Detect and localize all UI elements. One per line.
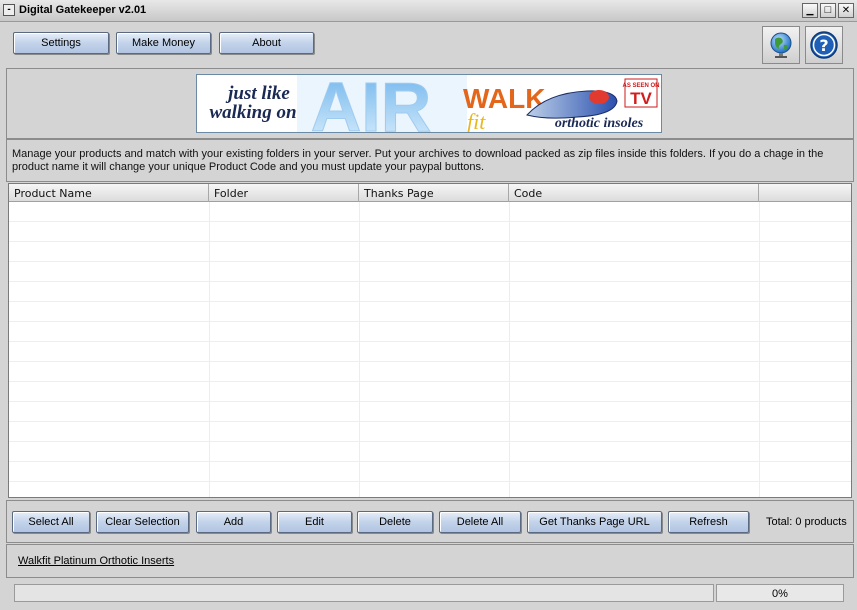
table-row[interactable]: [9, 482, 851, 497]
progress-bar: [14, 584, 714, 602]
products-table[interactable]: Product Name Folder Thanks Page Code: [8, 183, 852, 498]
add-button[interactable]: Add: [196, 511, 271, 533]
minimize-icon: ▁: [806, 5, 814, 15]
select-all-button[interactable]: Select All: [12, 511, 90, 533]
column-header-product-name[interactable]: Product Name: [9, 184, 209, 202]
maximize-button[interactable]: □: [820, 3, 836, 18]
close-icon: ✕: [841, 5, 851, 16]
svg-text:?: ?: [819, 36, 828, 55]
table-row[interactable]: [9, 382, 851, 402]
walkfit-link[interactable]: Walkfit Platinum Orthotic Inserts: [18, 555, 174, 567]
column-header-folder[interactable]: Folder: [209, 184, 359, 202]
table-row[interactable]: [9, 422, 851, 442]
minimize-button[interactable]: ▁: [802, 3, 818, 18]
window-title: Digital Gatekeeper v2.01: [19, 4, 147, 16]
globe-button[interactable]: [762, 26, 800, 64]
banner-tagline: orthotic insoles: [555, 116, 644, 131]
settings-button[interactable]: Settings: [13, 32, 109, 54]
close-button[interactable]: ✕: [838, 3, 854, 18]
walkfit-banner[interactable]: just like walking on AIR WALK fit orthot…: [196, 68, 662, 147]
banner-fit: fit: [467, 109, 486, 132]
about-button[interactable]: About: [219, 32, 314, 54]
table-row[interactable]: [9, 302, 851, 322]
table-row[interactable]: [9, 262, 851, 282]
delete-all-button[interactable]: Delete All: [439, 511, 521, 533]
progress-percent: 0%: [716, 584, 844, 602]
title-bar: - Digital Gatekeeper v2.01 ▁ □ ✕: [0, 0, 857, 22]
get-thanks-page-url-button[interactable]: Get Thanks Page URL: [527, 511, 662, 533]
banner-graphic: just like walking on AIR WALK fit orthot…: [197, 68, 661, 147]
banner-tv: TV: [630, 89, 652, 108]
system-menu-icon[interactable]: -: [3, 4, 15, 16]
table-row[interactable]: [9, 202, 851, 222]
table-row[interactable]: [9, 462, 851, 482]
table-row[interactable]: [9, 322, 851, 342]
make-money-button[interactable]: Make Money: [116, 32, 211, 54]
table-row[interactable]: [9, 242, 851, 262]
edit-button[interactable]: Edit: [277, 511, 352, 533]
table-row[interactable]: [9, 342, 851, 362]
banner-air: AIR: [311, 75, 432, 132]
column-header-thanks-page[interactable]: Thanks Page: [359, 184, 509, 202]
table-row[interactable]: [9, 282, 851, 302]
banner-line1: just like: [225, 83, 290, 104]
refresh-button[interactable]: Refresh: [668, 511, 749, 533]
table-header: Product Name Folder Thanks Page Code: [9, 184, 851, 202]
column-header-code[interactable]: Code: [509, 184, 759, 202]
total-products-label: Total: 0 products: [766, 516, 847, 528]
maximize-icon: □: [824, 4, 832, 16]
clear-selection-button[interactable]: Clear Selection: [96, 511, 189, 533]
table-row[interactable]: [9, 222, 851, 242]
table-row[interactable]: [9, 442, 851, 462]
help-button[interactable]: ?: [805, 26, 843, 64]
description-text: Manage your products and match with your…: [12, 148, 824, 173]
table-row[interactable]: [9, 362, 851, 382]
table-row[interactable]: [9, 402, 851, 422]
help-icon: ?: [810, 31, 838, 59]
banner-line2: walking on: [209, 102, 296, 123]
globe-icon: [770, 32, 792, 58]
delete-button[interactable]: Delete: [357, 511, 433, 533]
